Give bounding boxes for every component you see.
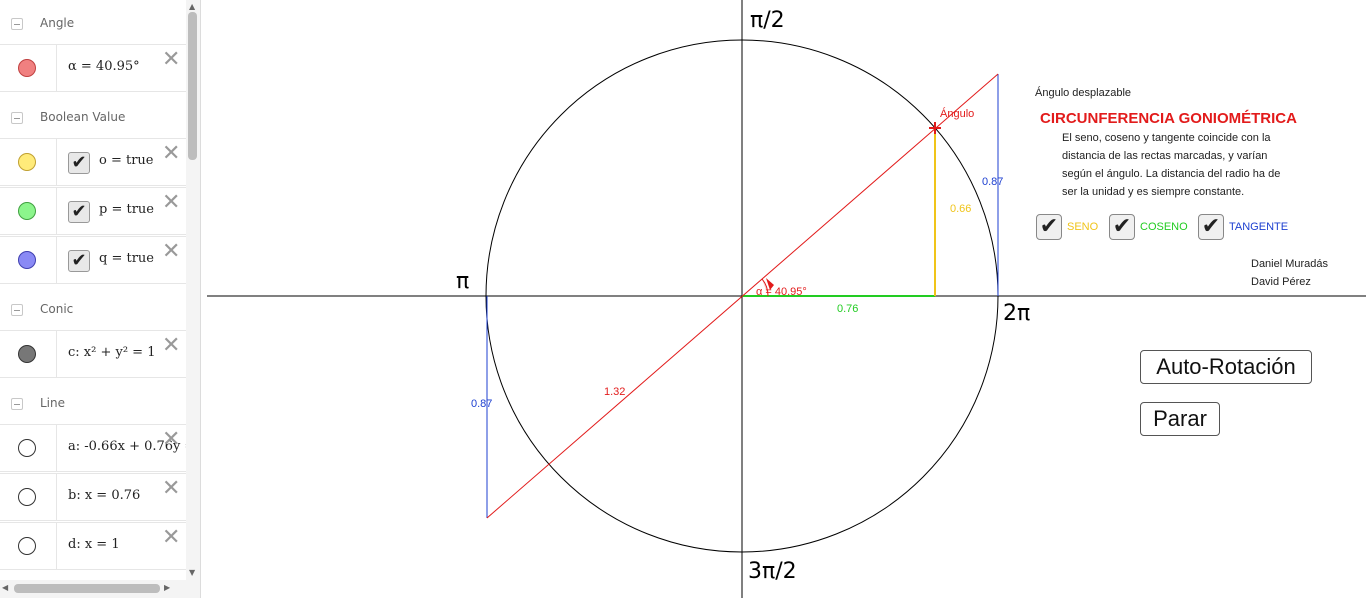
scroll-down-icon[interactable]: ▼: [189, 568, 195, 577]
cosine-value: 0.76: [837, 303, 858, 315]
auto-rotation-button[interactable]: Auto-Rotación: [1140, 350, 1312, 384]
vertical-scrollbar[interactable]: ▲ ▼: [186, 0, 200, 580]
label-pi-half: π/2: [750, 8, 785, 33]
coseno-label: COSENO: [1140, 221, 1188, 233]
algebra-expression[interactable]: d: x = 1: [68, 537, 120, 552]
group-title: Conic: [40, 302, 74, 316]
author-name: David Pérez: [1251, 276, 1311, 288]
description-line: distancia de las rectas marcadas, y varí…: [1062, 150, 1268, 162]
visibility-dot[interactable]: [18, 488, 36, 506]
group-angle[interactable]: Angle: [0, 0, 186, 48]
visibility-dot[interactable]: [18, 202, 36, 220]
algebra-row-c[interactable]: c: x² + y² = 1 ✕: [0, 330, 186, 378]
algebra-expression[interactable]: a: -0.66x + 0.76y = 0: [68, 439, 200, 454]
description-line: El seno, coseno y tangente coincide con …: [1062, 132, 1271, 144]
algebra-row-alpha[interactable]: α = 40.95° ✕: [0, 44, 186, 92]
group-title: Angle: [40, 16, 75, 30]
visibility-dot[interactable]: [18, 153, 36, 171]
label-three-pi-half: 3π/2: [748, 559, 797, 584]
author-name: Daniel Muradás: [1251, 258, 1329, 270]
collapse-icon[interactable]: [11, 18, 23, 30]
collapse-icon[interactable]: [11, 112, 23, 124]
algebra-view: Angle α = 40.95° ✕ Boolean Value ✔ o = t…: [0, 0, 201, 598]
visibility-dot[interactable]: [18, 59, 36, 77]
group-boolean[interactable]: Boolean Value: [0, 94, 186, 142]
description-line: ser la unidad y es siempre constante.: [1062, 186, 1245, 198]
scroll-up-icon[interactable]: ▲: [189, 2, 195, 11]
algebra-expression[interactable]: q = true: [99, 251, 154, 266]
tangent-value-right: 0.87: [982, 176, 1003, 188]
unit-circle-canvas[interactable]: π/2 π 2π 3π/2 Ángulo α = 40.95° 0.66 0.7…: [201, 0, 1366, 598]
algebra-expression[interactable]: c: x² + y² = 1: [68, 345, 155, 360]
visibility-dot[interactable]: [18, 439, 36, 457]
close-icon[interactable]: ✕: [162, 49, 180, 71]
algebra-row-d[interactable]: d: x = 1 ✕: [0, 522, 186, 570]
checkbox-o[interactable]: ✔: [68, 152, 90, 174]
tangente-label: TANGENTE: [1229, 221, 1289, 233]
scroll-right-icon[interactable]: ▶: [164, 583, 170, 592]
collapse-icon[interactable]: [11, 398, 23, 410]
label-two-pi: 2π: [1003, 301, 1030, 326]
horizontal-scrollbar[interactable]: ◀ ▶: [0, 580, 200, 598]
caption-text: Ángulo desplazable: [1035, 87, 1132, 99]
scroll-thumb[interactable]: [188, 12, 197, 160]
coseno-checkbox[interactable]: ✔: [1109, 214, 1135, 240]
stop-button[interactable]: Parar: [1140, 402, 1220, 436]
tangente-checkbox[interactable]: ✔: [1198, 214, 1224, 240]
graphics-view[interactable]: π/2 π 2π 3π/2 Ángulo α = 40.95° 0.66 0.7…: [201, 0, 1366, 598]
seno-checkbox[interactable]: ✔: [1036, 214, 1062, 240]
group-title: Boolean Value: [40, 110, 126, 124]
close-icon[interactable]: ✕: [162, 527, 180, 549]
collapse-icon[interactable]: [11, 304, 23, 316]
algebra-row-a[interactable]: a: -0.66x + 0.76y = 0 ✕: [0, 424, 200, 472]
algebra-row-b[interactable]: b: x = 0.76 ✕: [0, 473, 186, 521]
angle-label: α = 40.95°: [756, 286, 807, 298]
sine-value: 0.66: [950, 203, 971, 215]
close-icon[interactable]: ✕: [162, 143, 180, 165]
scroll-thumb[interactable]: [14, 584, 160, 593]
radius-value: 1.32: [604, 386, 625, 398]
visibility-dot[interactable]: [18, 345, 36, 363]
algebra-expression[interactable]: α = 40.95°: [68, 59, 140, 74]
algebra-row-o[interactable]: ✔ o = true ✕: [0, 138, 186, 186]
close-icon[interactable]: ✕: [162, 478, 180, 500]
group-title: Line: [40, 396, 66, 410]
algebra-row-p[interactable]: ✔ p = true ✕: [0, 187, 186, 235]
label-pi: π: [456, 269, 469, 294]
algebra-expression[interactable]: p = true: [99, 202, 154, 217]
algebra-expression[interactable]: b: x = 0.76: [68, 488, 140, 503]
close-icon[interactable]: ✕: [162, 241, 180, 263]
tangent-value-left: 0.87: [471, 398, 492, 410]
scroll-left-icon[interactable]: ◀: [2, 583, 8, 592]
group-line[interactable]: Line: [0, 380, 186, 428]
seno-label: SENO: [1067, 221, 1099, 233]
checkbox-q[interactable]: ✔: [68, 250, 90, 272]
heading-title: CIRCUNFERENCIA GONIOMÉTRICA: [1040, 110, 1297, 127]
point-label: Ángulo: [940, 107, 974, 120]
close-icon[interactable]: ✕: [162, 429, 180, 451]
visibility-dot[interactable]: [18, 251, 36, 269]
algebra-row-q[interactable]: ✔ q = true ✕: [0, 236, 186, 284]
algebra-expression[interactable]: o = true: [99, 153, 154, 168]
close-icon[interactable]: ✕: [162, 335, 180, 357]
close-icon[interactable]: ✕: [162, 192, 180, 214]
group-conic[interactable]: Conic: [0, 286, 186, 334]
visibility-dot[interactable]: [18, 537, 36, 555]
checkbox-p[interactable]: ✔: [68, 201, 90, 223]
description-line: según el ángulo. La distancia del radio …: [1062, 168, 1281, 180]
